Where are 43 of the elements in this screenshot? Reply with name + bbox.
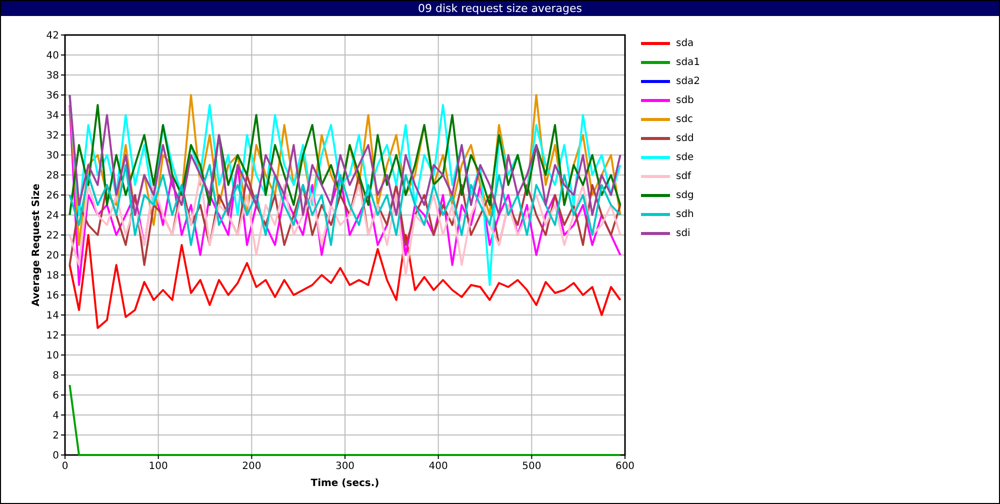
tick-label: 6 — [52, 390, 59, 402]
tick-label: 36 — [46, 90, 59, 102]
legend-label: sdh — [676, 208, 694, 220]
tick-label: 38 — [46, 70, 59, 82]
tick-label: 14 — [46, 310, 59, 322]
tick-label: 8 — [52, 370, 59, 382]
tick-label: 42 — [46, 30, 59, 42]
tick-label: 18 — [46, 270, 59, 282]
tick-label: 16 — [46, 290, 59, 302]
tick-label: 4 — [52, 410, 59, 422]
y-axis-label: Average Request Size — [31, 184, 42, 306]
tick-label: 24 — [46, 210, 59, 222]
tick-label: 20 — [46, 250, 59, 262]
tick-label: 0 — [62, 461, 68, 472]
legend-label: sdd — [676, 132, 694, 144]
legend-label: sdg — [676, 190, 694, 201]
legend-label: sda1 — [676, 56, 700, 68]
tick-label: 32 — [46, 130, 59, 142]
tick-label: 26 — [46, 190, 59, 202]
legend-label: sdi — [676, 228, 690, 239]
tick-label: 34 — [46, 110, 59, 122]
legend-label: sde — [676, 152, 694, 163]
tick-label: 10 — [46, 350, 59, 362]
tick-label: 300 — [335, 461, 355, 472]
tick-label: 100 — [148, 461, 168, 472]
tick-label: 400 — [428, 461, 448, 472]
tick-label: 600 — [615, 461, 635, 472]
tick-label: 200 — [242, 461, 262, 472]
tick-label: 12 — [46, 330, 59, 342]
tick-label: 40 — [46, 50, 59, 62]
tick-label: 2 — [52, 430, 59, 442]
x-axis-label: Time (secs.) — [310, 478, 380, 489]
legend-label: sda2 — [676, 76, 700, 87]
tick-label: 0 — [52, 450, 59, 462]
window-title: 09 disk request size averages — [418, 1, 582, 16]
legend-label: sda — [676, 38, 694, 49]
legend-label: sdc — [676, 114, 694, 125]
tick-label: 500 — [522, 461, 542, 472]
tick-label: 22 — [46, 230, 59, 242]
legend-label: sdb — [676, 94, 694, 106]
tick-label: 30 — [46, 150, 59, 162]
tick-label: 28 — [46, 170, 59, 182]
legend-label: sdf — [676, 170, 692, 182]
